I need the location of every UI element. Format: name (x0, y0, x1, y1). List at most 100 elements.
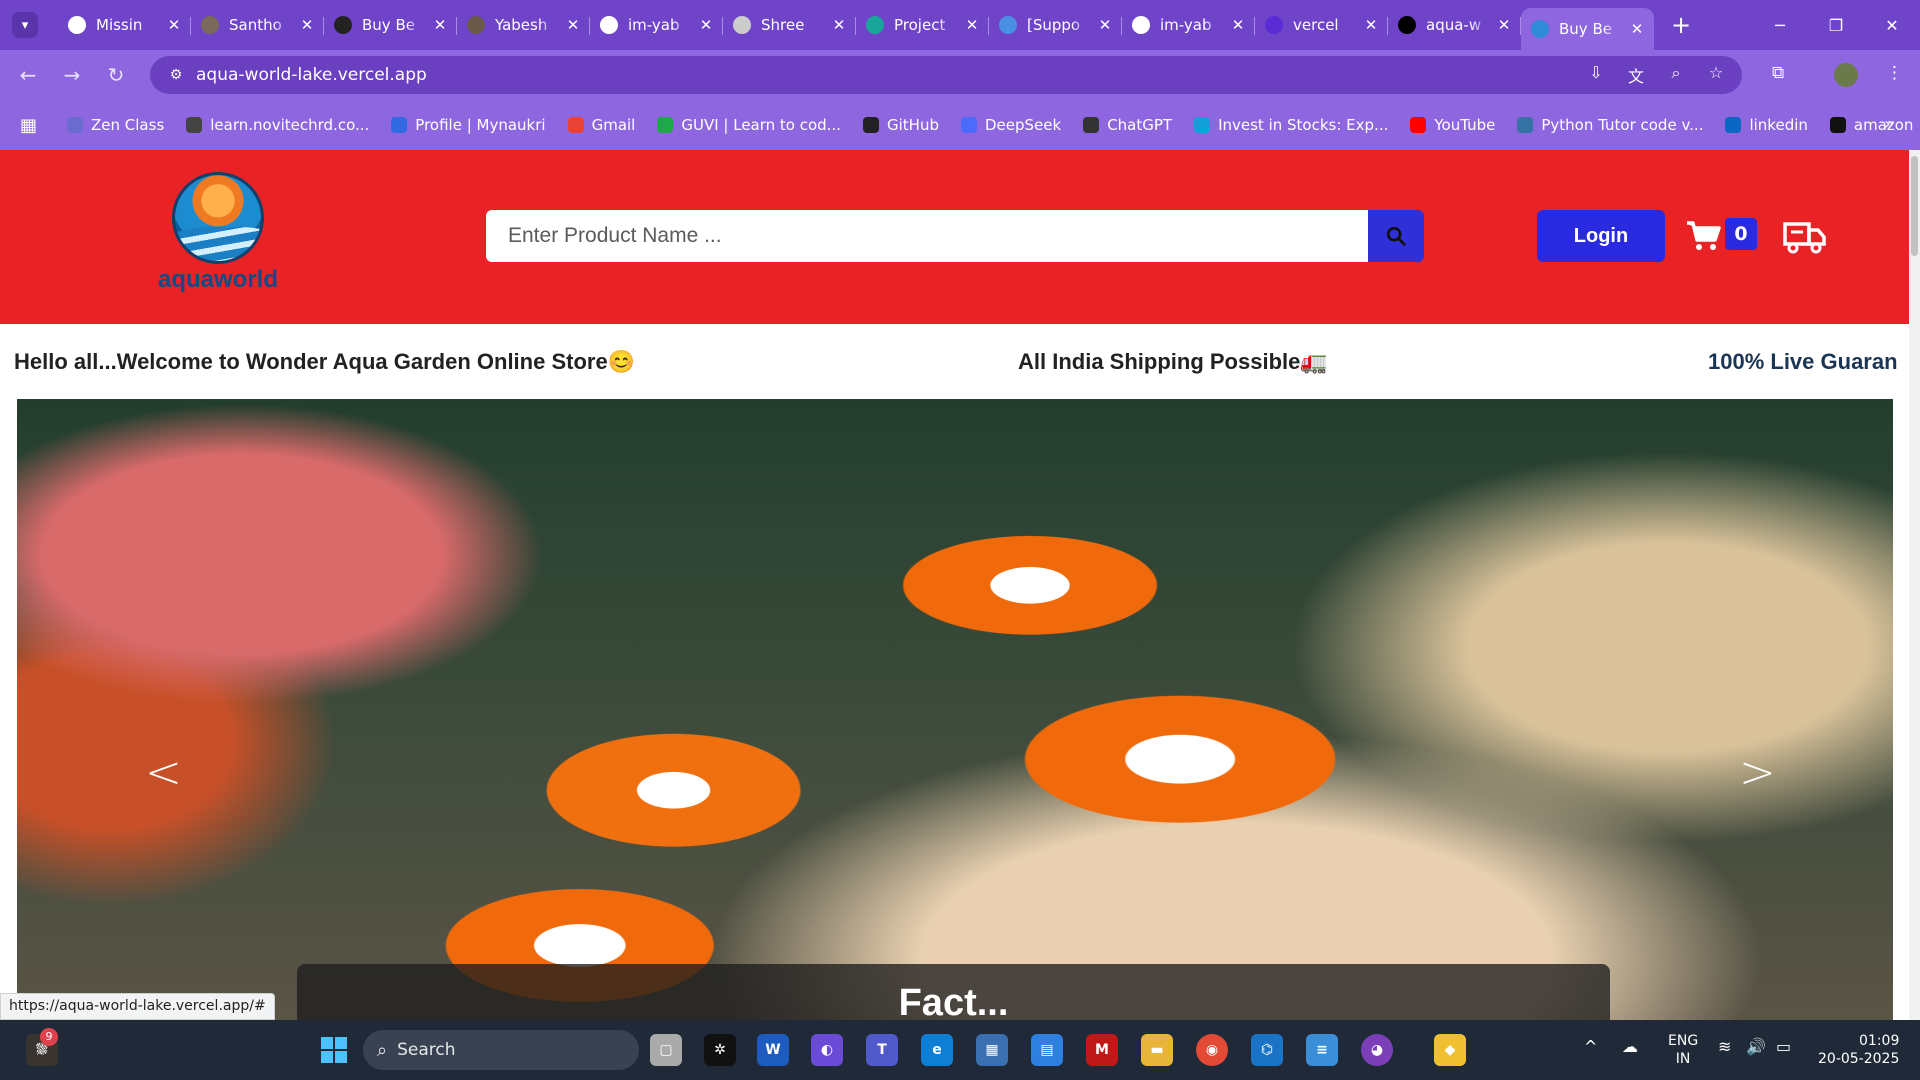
back-button[interactable]: ← (6, 63, 50, 87)
bookmark-item[interactable]: Zen Class (67, 116, 164, 134)
language-indicator[interactable]: ENG IN (1668, 1032, 1698, 1068)
close-tab-icon[interactable]: ✕ (165, 16, 183, 34)
bookmark-item[interactable]: amazon (1829, 116, 1913, 134)
clock[interactable]: 01:09 20-05-2025 (1818, 1032, 1899, 1068)
browser-tab[interactable]: Project ✕ (856, 6, 989, 44)
bookmark-item[interactable]: Python Tutor code v... (1517, 116, 1703, 134)
delivery-truck-icon[interactable] (1783, 220, 1827, 254)
browser-tab[interactable]: aqua-w ✕ (1388, 6, 1521, 44)
aquaworld-logo[interactable]: aquaworld (148, 172, 288, 294)
url-text[interactable]: aqua-world-lake.vercel.app (196, 65, 427, 85)
translate-icon[interactable]: 文 (1616, 63, 1656, 87)
close-tab-icon[interactable]: ✕ (1495, 16, 1513, 34)
profile-avatar[interactable] (1834, 63, 1858, 87)
bookmark-label: DeepSeek (984, 116, 1062, 134)
close-tab-icon[interactable]: ✕ (963, 16, 981, 34)
bookmark-item[interactable]: GUVI | Learn to cod... (657, 116, 841, 134)
wifi-icon[interactable]: ≋ (1718, 1038, 1731, 1056)
bookmark-item[interactable]: Gmail (567, 116, 635, 134)
close-tab-icon[interactable]: ✕ (1628, 20, 1646, 38)
extensions-icon[interactable]: ⧉ (1772, 63, 1784, 83)
close-tab-icon[interactable]: ✕ (431, 16, 449, 34)
login-button[interactable]: Login (1537, 210, 1665, 262)
close-tab-icon[interactable]: ✕ (1362, 16, 1380, 34)
tray-overflow-icon[interactable]: ^ (1584, 1038, 1597, 1056)
close-tab-icon[interactable]: ✕ (564, 16, 582, 34)
file-explorer-icon[interactable]: ▬ (1141, 1034, 1173, 1066)
product-search-input[interactable] (486, 210, 1368, 262)
logo-text: aquaworld (157, 266, 278, 293)
start-button[interactable] (318, 1034, 350, 1066)
browser-tab[interactable]: vercel ✕ (1255, 6, 1388, 44)
tab-title: Project (894, 16, 946, 34)
browser-tab[interactable]: Buy Be ✕ (1521, 8, 1654, 50)
bookmark-item[interactable]: Invest in Stocks: Exp... (1194, 116, 1388, 134)
carousel-prev-button[interactable]: < (145, 747, 182, 798)
search-button[interactable] (1368, 210, 1424, 262)
more-bookmarks-icon[interactable]: » (1884, 114, 1894, 133)
github-desktop-icon[interactable]: ◕ (1361, 1034, 1393, 1066)
battery-icon[interactable]: ▭ (1776, 1038, 1791, 1056)
git-app-icon[interactable]: ◆ (1434, 1034, 1466, 1066)
chrome-app-icon[interactable]: ◉ (1196, 1034, 1228, 1066)
ticker-welcome: Hello all...Welcome to Wonder Aqua Garde… (14, 348, 636, 374)
copilot-app-icon[interactable]: ◐ (811, 1034, 843, 1066)
browser-tab[interactable]: Buy Be ✕ (324, 6, 457, 44)
teams-app-icon[interactable]: T (866, 1034, 898, 1066)
install-app-icon[interactable]: ⇩ (1576, 63, 1616, 87)
cart-icon[interactable] (1686, 220, 1722, 252)
apps-grid-icon[interactable]: ▦ (20, 115, 37, 136)
browser-tab[interactable]: Santho ✕ (191, 6, 324, 44)
edge-app-icon[interactable]: e (921, 1034, 953, 1066)
tab-search-button[interactable]: ▾ (12, 12, 38, 38)
new-tab-button[interactable]: + (1666, 11, 1696, 39)
bookmark-item[interactable]: Profile | Mynaukri (391, 116, 546, 134)
close-tab-icon[interactable]: ✕ (298, 16, 316, 34)
volume-icon[interactable]: 🔊 (1746, 1038, 1766, 1056)
reload-button[interactable]: ↻ (94, 63, 138, 87)
forward-button[interactable]: → (50, 63, 94, 87)
bookmark-label: Python Tutor code v... (1541, 116, 1704, 134)
browser-tab[interactable]: im-yab ✕ (590, 6, 723, 44)
taskbar-search[interactable]: ⌕ Search (363, 1030, 639, 1070)
tab-favicon-icon (999, 16, 1017, 34)
bookmark-item[interactable]: learn.novitechrd.co... (186, 116, 369, 134)
page-scrollbar[interactable] (1909, 150, 1920, 1020)
close-tab-icon[interactable]: ✕ (697, 16, 715, 34)
site-info-icon[interactable]: ⚙ (156, 67, 196, 83)
bookmark-item[interactable]: ChatGPT (1083, 116, 1172, 134)
browser-tab[interactable]: Yabesh ✕ (457, 6, 590, 44)
scrollbar-thumb[interactable] (1911, 156, 1918, 256)
browser-menu-icon[interactable]: ⋮ (1886, 63, 1903, 83)
browser-tab[interactable]: im-yab ✕ (1122, 6, 1255, 44)
bookmark-item[interactable]: YouTube (1410, 116, 1495, 134)
store-app-icon[interactable]: ▤ (1031, 1034, 1063, 1066)
onedrive-icon[interactable]: ☁ (1622, 1038, 1638, 1056)
browser-tab[interactable]: Missin ✕ (58, 6, 191, 44)
word-app-icon[interactable]: W (757, 1034, 789, 1066)
ticker-guarantee: 100% Live Guaran (1708, 348, 1898, 374)
hero-carousel: < > Fact... (17, 399, 1893, 1020)
vscode-app-icon[interactable]: ⌬ (1251, 1034, 1283, 1066)
browser-tab[interactable]: Shree ✕ (723, 6, 856, 44)
bookmark-item[interactable]: DeepSeek (960, 116, 1062, 134)
bookmark-item[interactable]: GitHub (863, 116, 939, 134)
calculator-app-icon[interactable]: ▦ (976, 1034, 1008, 1066)
mcafee-app-icon[interactable]: M (1086, 1034, 1118, 1066)
carousel-next-button[interactable]: > (1739, 747, 1776, 798)
tab-list: Missin ✕ Santho ✕ Buy Be ✕ Yabesh ✕ im-yab ✕ Shree… (58, 0, 1654, 50)
minimize-button[interactable]: ─ (1752, 16, 1808, 35)
notepad-app-icon[interactable]: ≡ (1306, 1034, 1338, 1066)
bookmark-star-icon[interactable]: ☆ (1696, 63, 1736, 87)
close-tab-icon[interactable]: ✕ (1096, 16, 1114, 34)
close-tab-icon[interactable]: ✕ (1229, 16, 1247, 34)
address-bar[interactable]: ⚙ aqua-world-lake.vercel.app ⇩ 文 ⌕ ☆ (150, 56, 1742, 94)
close-window-button[interactable]: ✕ (1864, 16, 1920, 35)
bookmark-item[interactable]: linkedin (1725, 116, 1808, 134)
zoom-icon[interactable]: ⌕ (1656, 63, 1696, 87)
restore-button[interactable]: ❐ (1808, 16, 1864, 35)
task-view-icon[interactable]: ▢ (650, 1034, 682, 1066)
chatgpt-app-icon[interactable]: ✲ (704, 1034, 736, 1066)
close-tab-icon[interactable]: ✕ (830, 16, 848, 34)
browser-tab[interactable]: [Suppo ✕ (989, 6, 1122, 44)
